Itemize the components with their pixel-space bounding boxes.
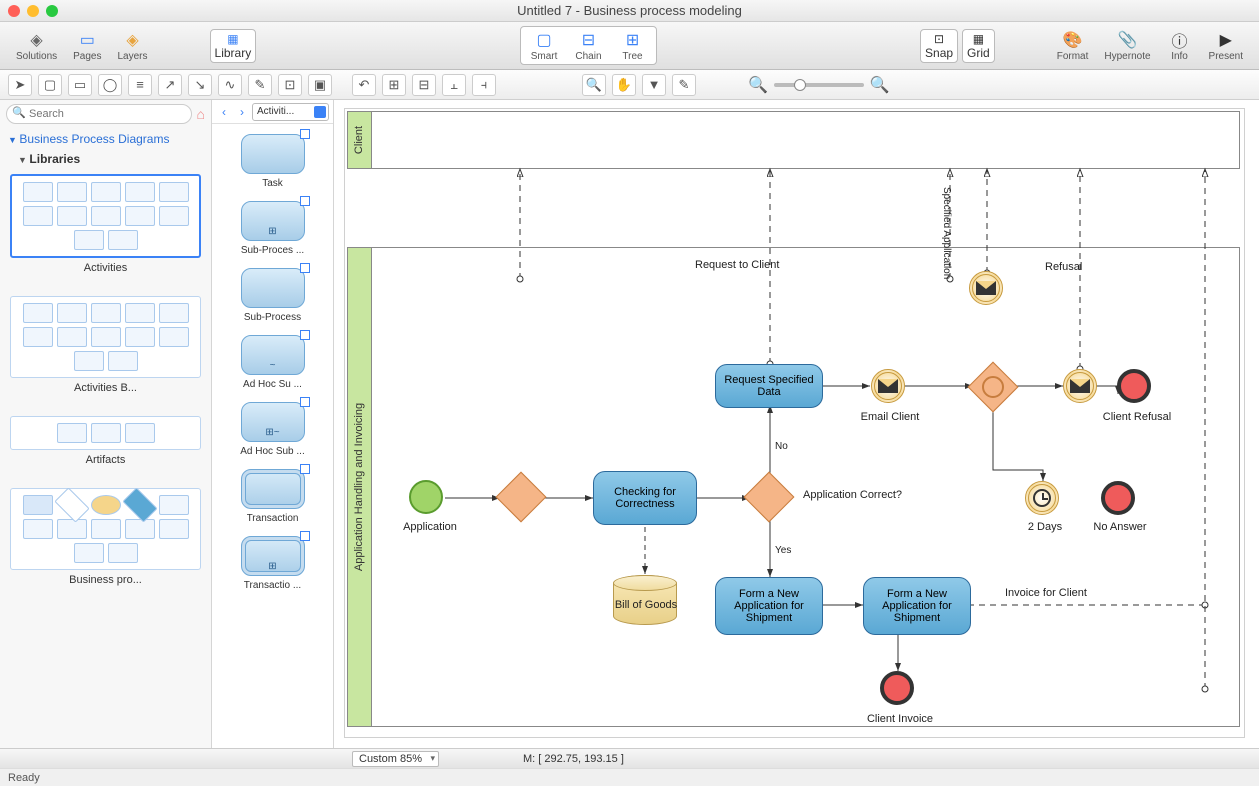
snap-button[interactable]: ⊡Snap bbox=[920, 29, 958, 63]
libraries-header[interactable]: Libraries bbox=[0, 150, 211, 168]
main-toolbar: ◈Solutions ▭Pages ◈Layers ▦Library ▢Smar… bbox=[0, 22, 1259, 70]
end-noanswer-label: No Answer bbox=[1085, 521, 1155, 533]
end-client-invoice[interactable] bbox=[880, 671, 914, 705]
window-title: Untitled 7 - Business process modeling bbox=[0, 3, 1259, 18]
hypernote-button[interactable]: 📎Hypernote bbox=[1098, 27, 1156, 64]
home-icon[interactable]: ⌂ bbox=[197, 106, 205, 122]
lane-application-label: Application Handling and Invoicing bbox=[354, 403, 366, 571]
status-text: Ready bbox=[8, 772, 40, 784]
diagram-page: Client Application Handling and Invoicin… bbox=[344, 108, 1245, 738]
zoom-out-icon[interactable]: 🔍 bbox=[748, 75, 768, 95]
pointer-tool[interactable]: ➤ bbox=[8, 74, 32, 96]
stamp-tool[interactable]: ▼ bbox=[642, 74, 666, 96]
zoom-in-icon[interactable]: 🔍 bbox=[870, 75, 890, 95]
start-event-label: Application bbox=[395, 521, 465, 533]
present-button[interactable]: ▶Present bbox=[1203, 27, 1249, 64]
pool-client[interactable]: Client bbox=[347, 111, 1240, 169]
end-refusal-label: Client Refusal bbox=[1097, 411, 1177, 423]
timer-label: 2 Days bbox=[1015, 521, 1075, 533]
event-timer[interactable] bbox=[1025, 481, 1059, 515]
group-header[interactable]: Business Process Diagrams bbox=[0, 128, 211, 150]
shapes-panel: ‹ › Activiti... Task ⊞Sub-Proces ... Sub… bbox=[212, 100, 334, 748]
task-form2[interactable]: Form a New Application for Shipment bbox=[863, 577, 971, 635]
flow-invoice-label: Invoice for Client bbox=[1005, 587, 1087, 599]
start-event[interactable] bbox=[409, 480, 443, 514]
lane-client-label: Client bbox=[354, 126, 366, 154]
end-no-answer[interactable] bbox=[1101, 481, 1135, 515]
marquee-tool[interactable]: ▢ bbox=[38, 74, 62, 96]
task-form1[interactable]: Form a New Application for Shipment bbox=[715, 577, 823, 635]
title-bar: Untitled 7 - Business process modeling bbox=[0, 0, 1259, 22]
tree-button[interactable]: ⊞Tree bbox=[612, 29, 654, 62]
solutions-button[interactable]: ◈Solutions bbox=[10, 27, 63, 64]
lib-artifacts[interactable]: Artifacts bbox=[0, 410, 211, 482]
rect-tool[interactable]: ▭ bbox=[68, 74, 92, 96]
shape-subprocess-collapsed[interactable]: ⊞Sub-Proces ... bbox=[212, 197, 333, 264]
shape-subprocess[interactable]: Sub-Process bbox=[212, 264, 333, 331]
tools-toolbar: ➤ ▢ ▭ ◯ ≡ ↗ ↘ ∿ ✎ ⊡ ▣ ↶ ⊞ ⊟ ⫠ ⫞ 🔍 ✋ ▼ ✎ … bbox=[0, 70, 1259, 100]
curve-tool[interactable]: ∿ bbox=[218, 74, 242, 96]
smart-button[interactable]: ▢Smart bbox=[523, 29, 566, 62]
zoom-combo[interactable]: Custom 85% bbox=[352, 751, 439, 767]
flow-refusal-label: Refusal bbox=[1045, 261, 1082, 273]
status-bar: Ready bbox=[0, 768, 1259, 786]
shape-transaction-sub[interactable]: ⊞Transactio ... bbox=[212, 532, 333, 599]
shape-category-combo[interactable]: Activiti... bbox=[252, 103, 329, 121]
info-button[interactable]: ⓘInfo bbox=[1161, 27, 1199, 64]
lib-activities-b[interactable]: Activities B... bbox=[0, 290, 211, 410]
lib-activities[interactable]: Activities bbox=[0, 168, 211, 290]
line-tool[interactable]: ↗ bbox=[158, 74, 182, 96]
pen-tool[interactable]: ✎ bbox=[248, 74, 272, 96]
event-email-client[interactable] bbox=[871, 369, 905, 403]
zoom-tool[interactable]: 🔍 bbox=[582, 74, 606, 96]
chain-button[interactable]: ⊟Chain bbox=[567, 29, 609, 62]
lib-business-pro[interactable]: Business pro... bbox=[0, 482, 211, 602]
task-check[interactable]: Checking for Correctness bbox=[593, 471, 697, 525]
end-client-refusal[interactable] bbox=[1117, 369, 1151, 403]
connector-tool[interactable]: ↘ bbox=[188, 74, 212, 96]
task-request[interactable]: Request Specified Data bbox=[715, 364, 823, 408]
shape-adhoc-sub[interactable]: ⊞~Ad Hoc Sub ... bbox=[212, 398, 333, 465]
libraries-panel: ⌂ Business Process Diagrams Libraries Ac… bbox=[0, 100, 212, 748]
flow-yes-label: Yes bbox=[775, 545, 791, 556]
pages-button[interactable]: ▭Pages bbox=[67, 27, 107, 64]
search-input[interactable] bbox=[6, 104, 192, 124]
event-msg-top[interactable] bbox=[969, 271, 1003, 305]
datastore-label: Bill of Goods bbox=[603, 599, 689, 611]
canvas[interactable]: Client Application Handling and Invoicin… bbox=[334, 100, 1259, 748]
ellipse-tool[interactable]: ◯ bbox=[98, 74, 122, 96]
image-tool[interactable]: ▣ bbox=[308, 74, 332, 96]
shape-task[interactable]: Task bbox=[212, 130, 333, 197]
mouse-coords: M: [ 292.75, 193.15 ] bbox=[523, 753, 624, 765]
gateway-correct-label: Application Correct? bbox=[803, 489, 902, 501]
grid-button[interactable]: ▦Grid bbox=[962, 29, 995, 63]
text-tool[interactable]: ≡ bbox=[128, 74, 152, 96]
group-button[interactable]: ⊞ bbox=[382, 74, 406, 96]
flow-specified-app-label: Specified Application bbox=[941, 187, 952, 279]
shape-adhoc-collapsed[interactable]: ~Ad Hoc Su ... bbox=[212, 331, 333, 398]
event-email-label: Email Client bbox=[855, 411, 925, 423]
distribute-button[interactable]: ⫞ bbox=[472, 74, 496, 96]
event-refusal-msg[interactable] bbox=[1063, 369, 1097, 403]
flow-request-client-label: Request to Client bbox=[695, 259, 779, 271]
undo-button[interactable]: ↶ bbox=[352, 74, 376, 96]
shape-transaction[interactable]: Transaction bbox=[212, 465, 333, 532]
crop-tool[interactable]: ⊡ bbox=[278, 74, 302, 96]
align-button[interactable]: ⫠ bbox=[442, 74, 466, 96]
eyedropper-tool[interactable]: ✎ bbox=[672, 74, 696, 96]
hand-tool[interactable]: ✋ bbox=[612, 74, 636, 96]
end-invoice-label: Client Invoice bbox=[857, 713, 943, 725]
library-button[interactable]: ▦Library bbox=[210, 29, 257, 63]
format-button[interactable]: 🎨Format bbox=[1051, 27, 1095, 64]
workspace: ⌂ Business Process Diagrams Libraries Ac… bbox=[0, 100, 1259, 748]
ungroup-button[interactable]: ⊟ bbox=[412, 74, 436, 96]
prev-lib-icon[interactable]: ‹ bbox=[216, 104, 232, 120]
layers-button[interactable]: ◈Layers bbox=[112, 27, 154, 64]
flow-no-label: No bbox=[775, 441, 788, 452]
zoom-slider[interactable] bbox=[774, 83, 864, 87]
page-footer-bar: Custom 85% M: [ 292.75, 193.15 ] bbox=[0, 748, 1259, 768]
next-lib-icon[interactable]: › bbox=[234, 104, 250, 120]
